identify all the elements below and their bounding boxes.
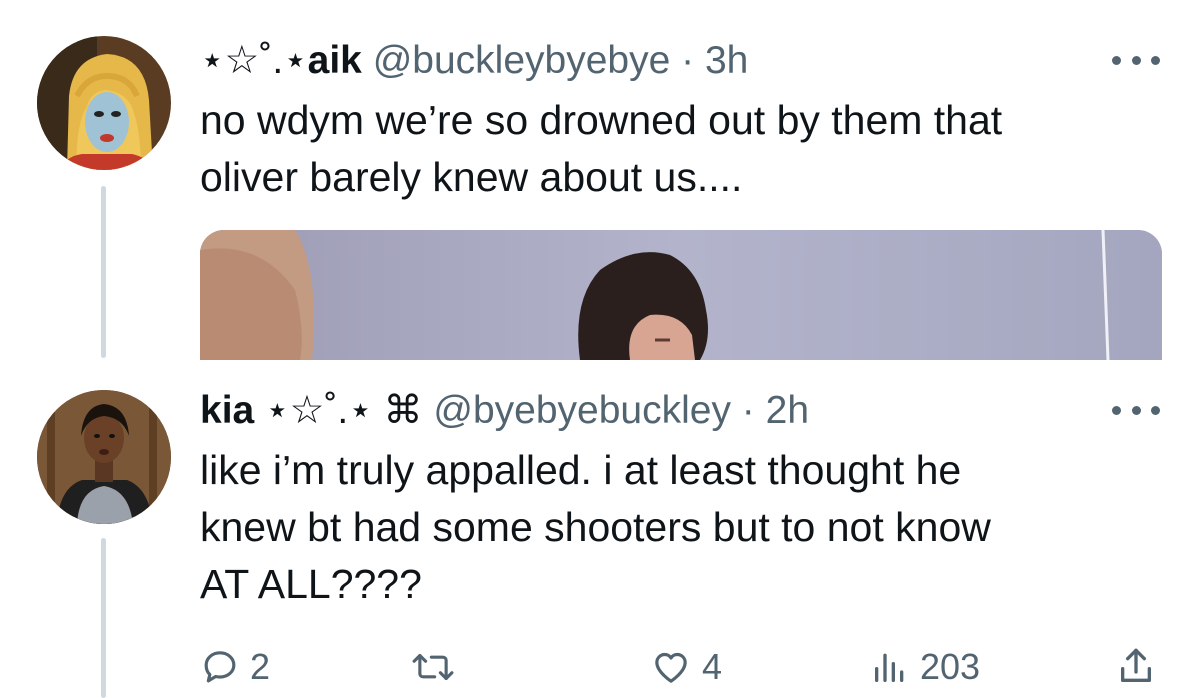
like-button[interactable]: 4 <box>650 640 722 694</box>
retweet-icon <box>412 653 454 681</box>
avatar-woman-portrait-icon <box>37 390 171 524</box>
views-chart-icon <box>875 653 904 682</box>
share-button[interactable] <box>1116 640 1156 694</box>
more-options-button[interactable] <box>1112 48 1160 72</box>
thread-line-bottom <box>101 538 106 698</box>
reply-icon <box>204 651 236 683</box>
more-options-icon <box>1112 405 1121 415</box>
display-name[interactable]: aik <box>308 39 362 82</box>
views-count: 203 <box>920 646 981 687</box>
name-decoration: ⋆☆˚.⋆ ⌘ <box>265 389 423 432</box>
tweet-text: like i’m truly appalled. i at least thou… <box>200 447 991 607</box>
media-photo <box>200 230 1162 360</box>
user-handle[interactable]: @buckleybyebye <box>373 39 671 82</box>
avatar-aik[interactable] <box>37 36 171 170</box>
more-dot <box>1151 405 1160 415</box>
thread-line-top <box>101 186 106 358</box>
share-icon <box>1121 648 1151 682</box>
tweet-header: kia ⋆☆˚.⋆ ⌘ @byebyebuckley · 2h <box>200 388 809 434</box>
reply-count: 2 <box>250 646 271 687</box>
tweet-header: ⋆☆˚.⋆aik @buckleybyebye · 3h <box>200 38 748 84</box>
more-options-icon <box>1112 55 1121 65</box>
avatar-kia[interactable] <box>37 390 171 524</box>
reply-button[interactable]: 2 <box>200 640 270 694</box>
separator-dot: · <box>681 39 695 82</box>
user-handle[interactable]: @byebyebuckley <box>433 389 731 432</box>
more-dot <box>1131 55 1141 65</box>
retweet-button[interactable] <box>410 640 466 694</box>
more-dot <box>1131 405 1141 415</box>
tweet-media-image[interactable] <box>200 230 1162 360</box>
display-name[interactable]: kia <box>200 389 254 432</box>
like-count: 4 <box>702 646 723 687</box>
more-dot <box>1151 55 1160 65</box>
timestamp[interactable]: 3h <box>705 39 748 82</box>
more-options-button[interactable] <box>1112 398 1160 422</box>
avatar-blonde-wig-icon <box>37 36 171 170</box>
timestamp[interactable]: 2h <box>766 389 809 432</box>
heart-icon <box>655 652 687 683</box>
views-button[interactable]: 203 <box>870 640 980 694</box>
separator-dot: · <box>741 389 755 432</box>
tweet-text: no wdym we’re so drowned out by them tha… <box>200 97 1003 200</box>
name-decoration: ⋆☆˚.⋆ <box>200 39 308 82</box>
